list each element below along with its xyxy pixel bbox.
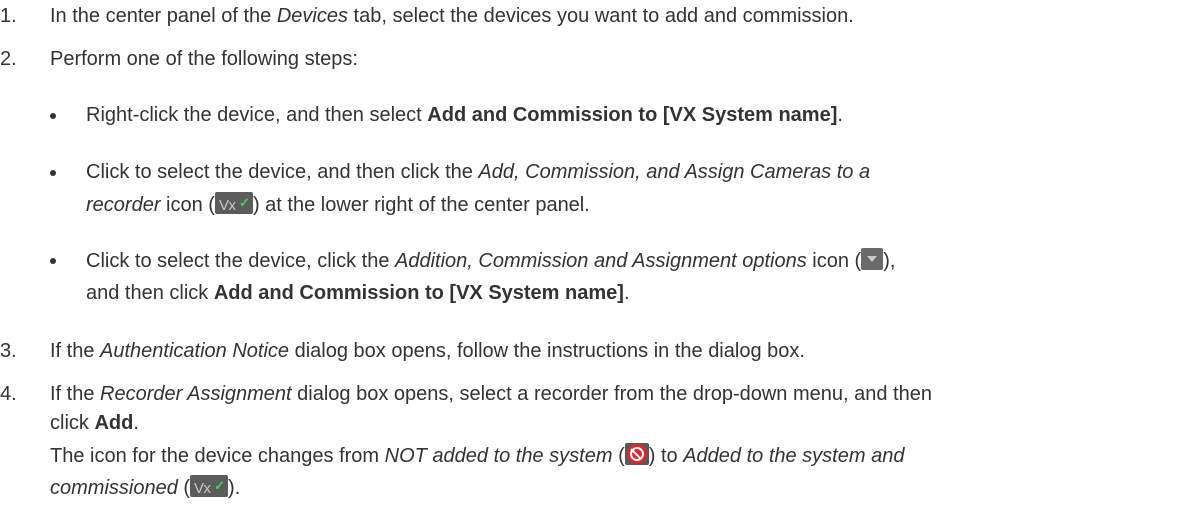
step-text: The icon for the device changes from NOT… bbox=[50, 443, 905, 467]
bullet-text: Click to select the device, and then cli… bbox=[86, 161, 871, 183]
vx-commission-icon: Vx ✓ bbox=[214, 192, 253, 214]
bullet-text: Click to select the device, click the Ad… bbox=[86, 248, 896, 272]
vx-commissioned-icon: Vx ✓ bbox=[190, 475, 229, 497]
step-text: Perform one of the following steps: bbox=[50, 48, 358, 70]
step-number: 3. bbox=[0, 340, 17, 362]
step-number: 2. bbox=[0, 48, 17, 70]
step-number: 4. bbox=[0, 383, 17, 405]
bullet-icon bbox=[50, 160, 86, 184]
not-added-icon bbox=[624, 443, 649, 465]
bullet-icon bbox=[50, 248, 86, 272]
step-number: 1. bbox=[0, 5, 17, 27]
step-text: If the Authentication Notice dialog box … bbox=[50, 340, 805, 362]
bullet-text: and then click Add and Commission to [VX… bbox=[86, 282, 630, 304]
step-text: commissioned (Vx ✓). bbox=[50, 475, 241, 499]
bullet-text: Right-click the device, and then select … bbox=[86, 104, 843, 126]
dropdown-options-icon bbox=[861, 248, 884, 270]
step-text: If the Recorder Assignment dialog box op… bbox=[50, 383, 932, 405]
bullet-text: recorder icon (Vx ✓) at the lower right o… bbox=[86, 192, 590, 216]
step-text: click Add. bbox=[50, 412, 139, 434]
step-text: In the center panel of the Devices tab, … bbox=[50, 5, 854, 27]
bullet-icon bbox=[50, 103, 86, 127]
